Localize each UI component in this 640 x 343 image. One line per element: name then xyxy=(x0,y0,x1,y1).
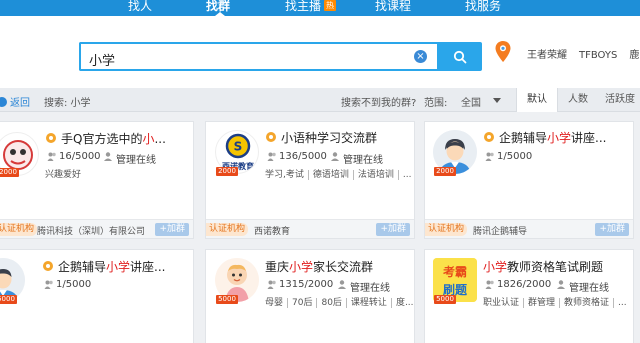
member-count: 1/5000 xyxy=(497,151,533,162)
scope-select[interactable]: 全国 xyxy=(461,94,481,109)
search-band: 小学 × 王者荣耀 TFBOYS 鹿晗 xyxy=(0,16,640,88)
group-title[interactable]: 小语种学习交流群 xyxy=(281,129,411,146)
capacity-tag: 5000 xyxy=(0,295,17,304)
group-title[interactable]: 企鹅辅导小学讲座... xyxy=(58,258,190,275)
search-query-text: 小学 xyxy=(89,54,116,69)
members-icon xyxy=(44,280,53,289)
chevron-down-icon[interactable] xyxy=(493,98,501,103)
admin-status: 管理在线 xyxy=(569,283,609,294)
group-card[interactable]: 2000 手Q官方选中的小... 16/5000 管理在线 兴趣爱好 认证机构 … xyxy=(0,121,194,239)
hot-word[interactable]: 王者荣耀 xyxy=(527,50,567,61)
member-count: 1/5000 xyxy=(56,279,92,290)
admin-status: 管理在线 xyxy=(343,155,383,166)
join-group-button[interactable]: +加群 xyxy=(376,223,410,236)
members-icon xyxy=(485,152,494,161)
verified-badge: 认证机构 xyxy=(206,223,249,236)
admin-icon xyxy=(104,152,112,161)
back-label: 返回 xyxy=(10,98,30,109)
group-card[interactable]: 2000 企鹅辅导小学讲座... 1/5000 认证机构 腾讯企鹅辅导 +加群 xyxy=(424,121,634,239)
capacity-tag: 2000 xyxy=(434,167,456,176)
scope-label: 范围: xyxy=(424,98,448,109)
nav-find-courses[interactable]: 找课程 xyxy=(375,0,411,16)
admin-icon xyxy=(331,152,339,161)
hot-word[interactable]: 鹿晗 xyxy=(629,50,640,61)
group-title[interactable]: 企鹅辅导小学讲座... xyxy=(499,129,631,146)
admin-icon xyxy=(557,280,565,289)
search-button[interactable] xyxy=(437,42,482,71)
sort-tab-default[interactable]: 默认 xyxy=(516,88,558,112)
join-group-button[interactable]: +加群 xyxy=(595,223,629,236)
member-count: 1315/2000 xyxy=(279,279,334,290)
group-tags: 兴趣爱好 xyxy=(45,170,82,180)
svg-text:S: S xyxy=(234,140,243,154)
org-name: 腾讯企鹅辅导 xyxy=(473,227,528,237)
group-tags: 学习,考试 德语培训 法语培训... xyxy=(265,170,411,180)
admin-status: 管理在线 xyxy=(116,155,156,166)
back-icon xyxy=(0,97,7,107)
verified-badge: 认证机构 xyxy=(0,223,38,236)
group-tags: 职业认证 群管理 教师资格证... xyxy=(483,298,627,308)
clear-icon[interactable]: × xyxy=(414,50,427,63)
capacity-tag: 5000 xyxy=(434,295,456,304)
member-count: 1826/2000 xyxy=(497,279,552,290)
crown-icon xyxy=(46,133,56,143)
nav-find-people[interactable]: 找人 xyxy=(128,0,152,16)
join-group-button[interactable]: +加群 xyxy=(155,223,189,236)
search-input[interactable]: 小学 × xyxy=(79,42,437,71)
card-footer: 认证机构 西诺教育 +加群 xyxy=(206,219,414,238)
members-icon xyxy=(485,280,494,289)
group-card[interactable]: 5000 重庆小学家长交流群 1315/2000 管理在线 母婴 70后 80后 课程… xyxy=(205,249,415,343)
top-nav: 找人 找群 找主播 热 找课程 找服务 xyxy=(0,0,640,16)
avatar-text: 考霸 xyxy=(443,264,467,279)
sort-tab-activity[interactable]: 活跃度 xyxy=(599,88,640,112)
org-name: 腾讯科技（深圳）有限公司 xyxy=(37,227,146,237)
member-count: 16/5000 xyxy=(59,151,101,162)
crown-icon xyxy=(43,261,53,271)
members-icon xyxy=(267,280,276,289)
capacity-tag: 5000 xyxy=(216,295,238,304)
location-pin-icon[interactable] xyxy=(494,40,512,64)
capacity-tag: 2000 xyxy=(216,167,238,176)
admin-icon xyxy=(338,280,346,289)
hot-badge: 热 xyxy=(324,0,336,11)
crown-icon xyxy=(484,132,494,142)
group-card[interactable]: S 西诺教育 2000 小语种学习交流群 136/5000 管理在线 学习,考试… xyxy=(205,121,415,239)
group-title[interactable]: 手Q官方选中的小... xyxy=(61,130,191,147)
crown-icon xyxy=(266,132,276,142)
group-card[interactable]: 考霸 刷题 5000 小学教师资格笔试刷题 1826/2000 管理在线 职业认… xyxy=(424,249,634,343)
member-count: 136/5000 xyxy=(279,151,327,162)
filter-bar: 返回 搜索: 小学 搜索不到我的群? 范围: 全国 默认 人数 活跃度 xyxy=(0,88,640,112)
card-footer: 认证机构 腾讯科技（深圳）有限公司 +加群 xyxy=(0,219,193,238)
hot-word[interactable]: TFBOYS xyxy=(579,50,617,61)
members-icon xyxy=(47,152,56,161)
hot-search-words: 王者荣耀 TFBOYS 鹿晗 xyxy=(527,46,640,61)
nav-find-services[interactable]: 找服务 xyxy=(465,0,501,16)
not-found-link[interactable]: 搜索不到我的群? xyxy=(341,94,416,109)
verified-badge: 认证机构 xyxy=(425,223,468,236)
search-summary: 搜索: 小学 xyxy=(44,98,91,109)
capacity-tag: 2000 xyxy=(0,168,19,177)
group-tags: 母婴 70后 80后 课程转让 度... xyxy=(265,298,413,308)
nav-find-streamers[interactable]: 找主播 xyxy=(285,0,321,16)
back-link[interactable]: 返回 xyxy=(0,94,30,109)
card-footer: 认证机构 腾讯企鹅辅导 +加群 xyxy=(425,219,633,238)
admin-status: 管理在线 xyxy=(350,283,390,294)
group-title[interactable]: 小学教师资格笔试刷题 xyxy=(483,258,631,275)
group-card[interactable]: 5000 企鹅辅导小学讲座... 1/5000 xyxy=(0,249,194,343)
org-name: 西诺教育 xyxy=(254,227,291,237)
sort-tab-members[interactable]: 人数 xyxy=(557,88,599,112)
members-icon xyxy=(267,152,276,161)
search-icon xyxy=(453,50,467,64)
group-title[interactable]: 重庆小学家长交流群 xyxy=(265,258,411,275)
